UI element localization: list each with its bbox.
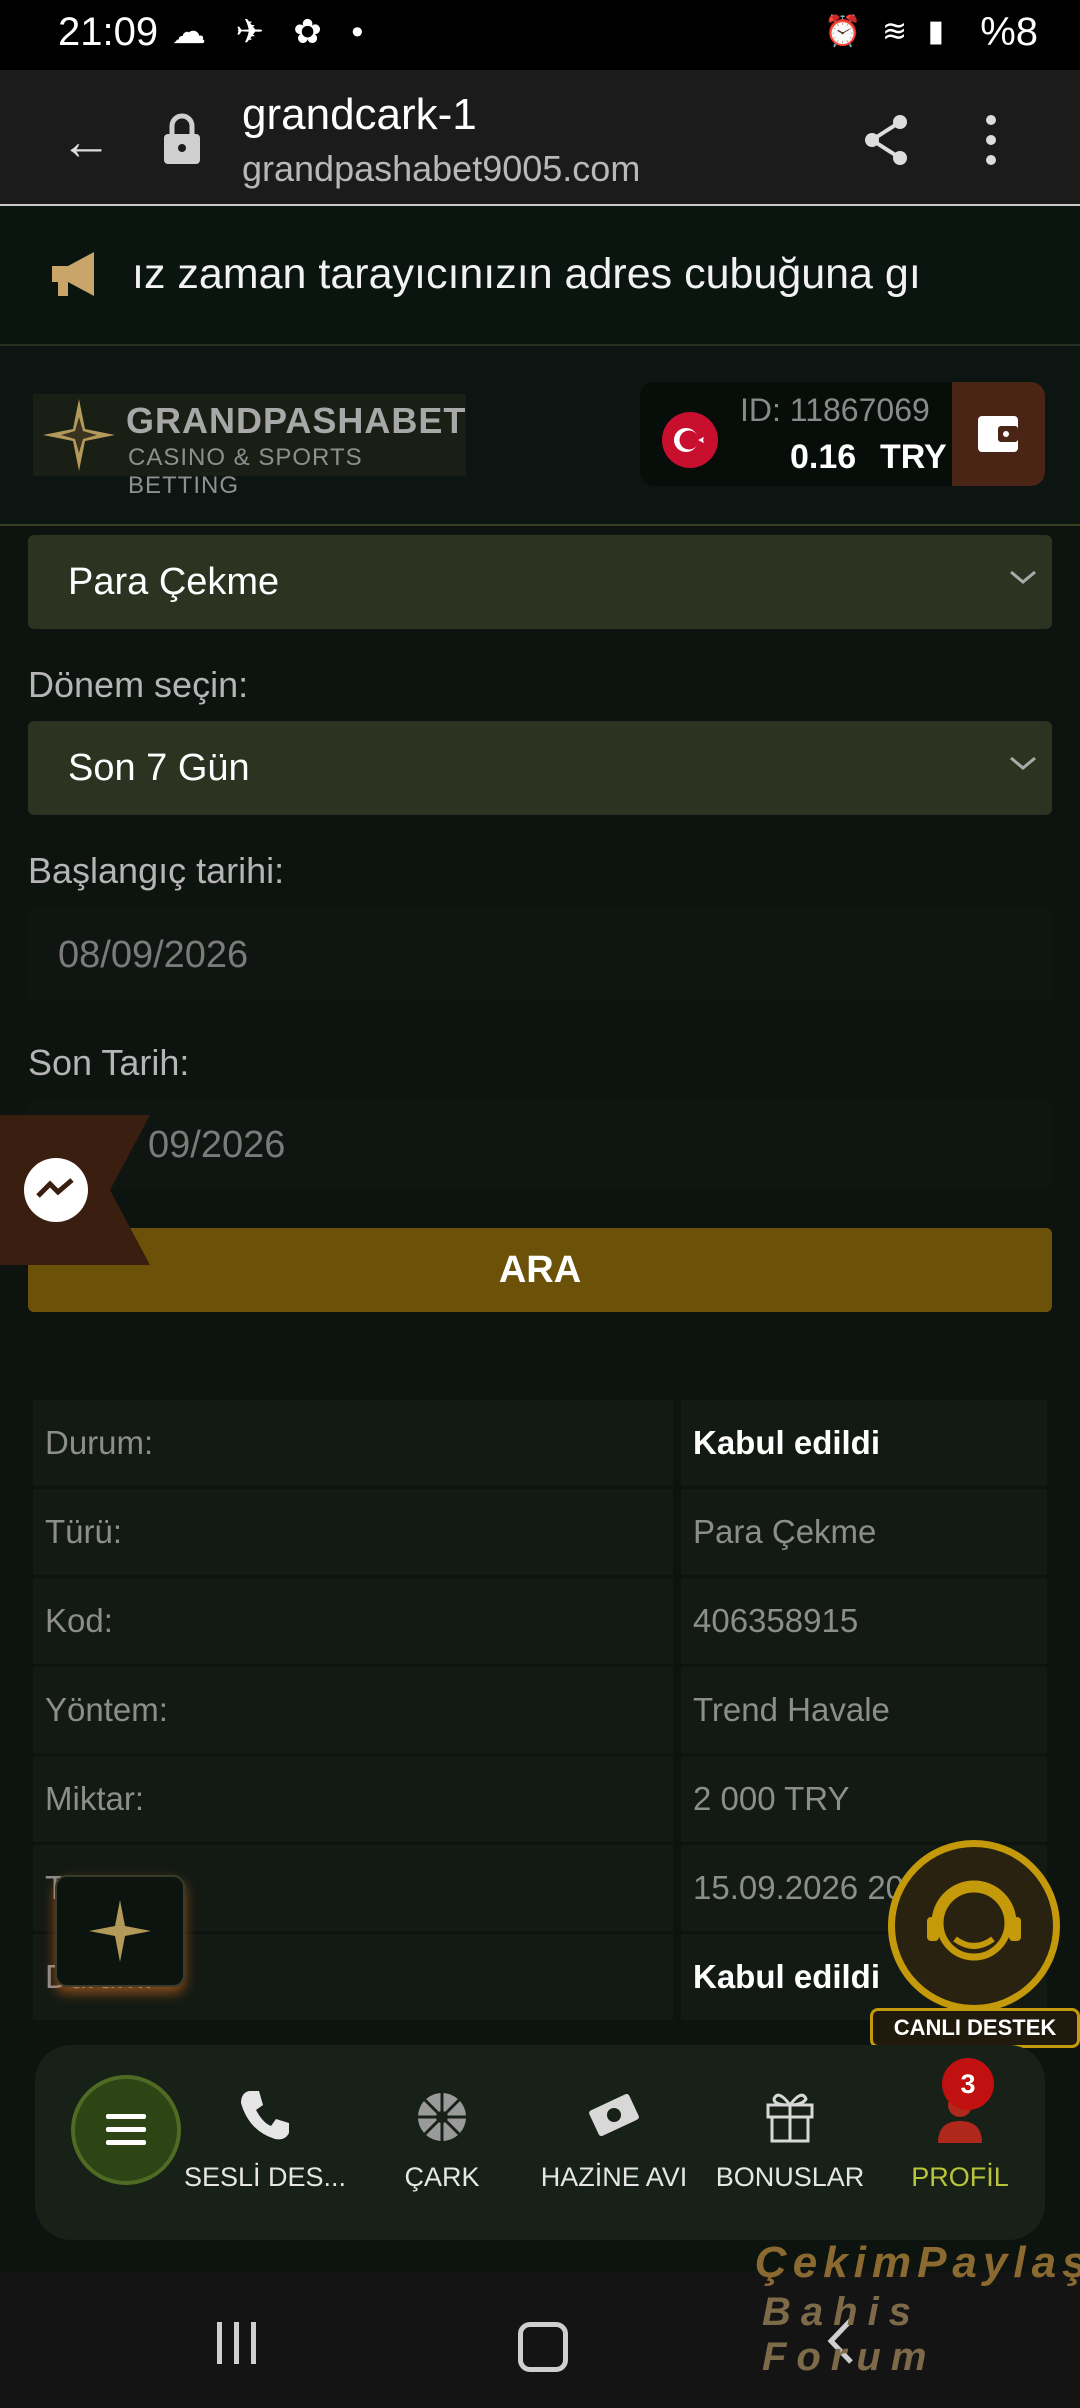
bottom-nav: SESLİ DES... ÇARK HAZİNE AVI BONUSLAR PR… [35,2045,1045,2240]
announcement-bar: ız zaman tarayıcınızın adres cubuğuna gı [0,206,1080,346]
transaction-type-value: Para Çekme [68,561,280,603]
star-icon [89,1900,151,1962]
row-key: Türü: [45,1513,123,1550]
period-label: Dönem seçin: [28,664,249,705]
table-row: Miktar: 2 000 TRY [33,1756,1047,1842]
end-date-field[interactable]: 09/2026 [28,1098,1052,1190]
headset-agent-icon [888,1840,1060,2012]
notification-icons: ☁ ✈ ✿ • [172,13,374,51]
start-date-label: Başlangıç tarihi: [28,850,285,891]
nav-label: PROFİL [911,2162,1009,2192]
watermark-line2: Bahis Forum [762,2290,937,2379]
row-value: 406358915 [693,1602,859,1639]
page-url[interactable]: grandpashabet9005.com [242,148,640,190]
home-icon[interactable] [518,2322,568,2372]
gift-icon [766,2093,814,2143]
period-value: Son 7 Gün [68,747,250,789]
row-value: 2 000 TRY [693,1780,850,1817]
bonus-star-button[interactable] [55,1875,185,1987]
live-support-button[interactable]: CANLI DESTEK [870,1840,1080,2050]
share-icon[interactable] [862,114,910,166]
watermark-line1: ÇekimPaylaş [755,2238,1080,2287]
wheel-icon [418,2093,466,2141]
logo-name: GRANDPASHABET [126,400,467,441]
nav-label: SESLİ DES... [183,2162,347,2192]
nav-label: HAZİNE AVI [540,2162,688,2192]
transaction-type-select[interactable]: Para Çekme [28,535,1052,629]
row-key: Durum: [45,1424,154,1461]
nav-item-wheel[interactable]: ÇARK [357,2085,527,2193]
search-button[interactable]: ARA [28,1228,1052,1312]
account-panel[interactable]: ID: 11867069 0.16 TRY [640,382,1045,486]
nav-label: ÇARK [404,2162,480,2192]
hamburger-menu-button[interactable] [71,2075,181,2185]
row-key: Yöntem: [45,1691,168,1728]
nav-label: BONUSLAR [715,2162,865,2192]
turkey-flag-icon [662,412,718,468]
table-row: Durum: Kabul edildi [33,1400,1047,1486]
phone-icon [241,2091,289,2140]
site-logo[interactable]: GRANDPASHABET CASINO & SPORTS BETTING [33,394,467,499]
announcement-text: ız zaman tarayıcınızın adres cubuğuna gı [132,250,921,298]
row-value: Kabul edildi [693,1424,881,1461]
battery-percentage: %8 [980,10,1038,54]
nav-item-voice-support[interactable]: SESLİ DES... [180,2085,350,2193]
messenger-icon [24,1158,88,1222]
end-date-label: Son Tarih: [28,1042,190,1083]
profile-notification-badge: 3 [942,2058,994,2110]
status-time: 21:09 [58,10,159,54]
row-key: Miktar: [45,1780,144,1817]
star-logo-icon [43,399,115,471]
row-key: Kod: [45,1602,113,1639]
back-arrow-icon[interactable]: ← [60,112,112,172]
period-select[interactable]: Son 7 Gün [28,721,1052,815]
logo-tagline: CASINO & SPORTS BETTING [128,444,363,499]
nav-item-bonuses[interactable]: BONUSLAR [705,2085,875,2193]
page-title[interactable]: grandcark-1 [242,90,477,140]
chevron-down-icon [1010,756,1036,770]
more-vert-icon[interactable] [985,114,997,166]
megaphone-icon [52,252,94,296]
treasure-icon [589,2094,639,2136]
row-value: Kabul edildi [693,1958,881,1995]
wallet-button[interactable] [952,382,1045,486]
account-balance: 0.16 [790,438,857,476]
row-value: Para Çekme [693,1513,877,1550]
start-date-value: 08/09/2026 [58,934,249,976]
live-support-label: CANLI DESTEK [870,2008,1080,2048]
status-bar: 21:09 ☁ ✈ ✿ • ⏰ ≋ ▮ %8 [0,0,1080,70]
table-row: Yöntem: Trend Havale [33,1667,1047,1753]
messenger-tab[interactable] [0,1115,150,1265]
site-header: GRANDPASHABET CASINO & SPORTS BETTING ID… [0,346,1080,526]
end-date-value: 09/2026 [148,1124,286,1166]
start-date-field[interactable]: 08/09/2026 [28,908,1052,1000]
hamburger-icon [106,2114,146,2145]
account-id: ID: 11867069 [740,392,930,428]
nav-item-treasure-hunt[interactable]: HAZİNE AVI [529,2085,699,2193]
table-row: Kod: 406358915 [33,1578,1047,1664]
lock-icon[interactable] [160,110,204,166]
wallet-icon [978,416,1018,452]
browser-url-bar: ← grandcark-1 grandpashabet9005.com [0,70,1080,206]
recents-icon[interactable] [215,2322,259,2364]
row-value: Trend Havale [693,1691,890,1728]
table-row: Türü: Para Çekme [33,1489,1047,1575]
chevron-down-icon [1010,570,1036,584]
system-status-icons: ⏰ ≋ ▮ [824,15,950,48]
account-currency: TRY [880,438,947,476]
